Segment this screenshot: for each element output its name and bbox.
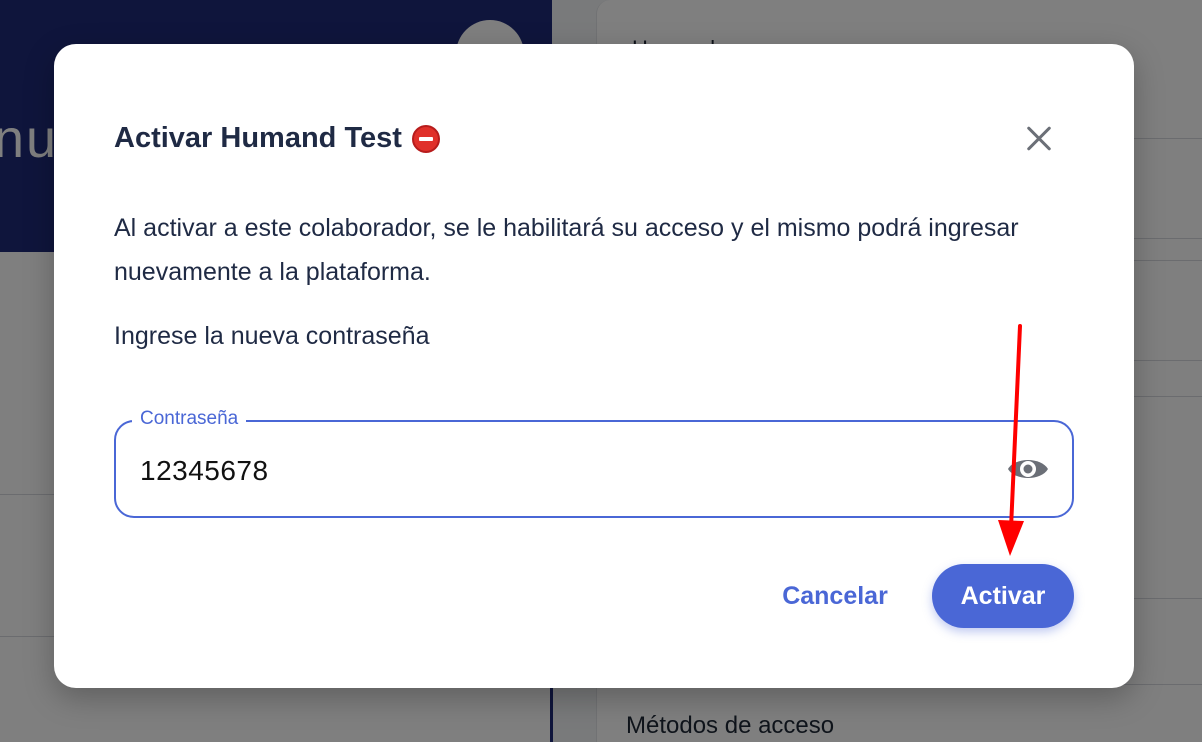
eye-icon[interactable] — [1006, 452, 1050, 486]
close-icon[interactable] — [1020, 120, 1058, 158]
password-field[interactable]: Contraseña — [114, 408, 1074, 518]
no-entry-icon — [411, 124, 440, 153]
cancel-button[interactable]: Cancelar — [770, 564, 900, 628]
dialog-description: Al activar a este colaborador, se le hab… — [114, 214, 1019, 286]
dialog-title: Activar Humand Test — [114, 122, 402, 154]
activate-button[interactable]: Activar — [932, 564, 1074, 628]
dialog-subtitle: Ingrese la nueva contraseña — [114, 322, 430, 350]
password-field-label: Contraseña — [132, 408, 247, 430]
password-input[interactable] — [138, 454, 982, 488]
activate-user-dialog: Activar Humand Test Al activar a este co… — [54, 44, 1134, 688]
dialog-title-row: Activar Humand Test — [114, 122, 440, 155]
